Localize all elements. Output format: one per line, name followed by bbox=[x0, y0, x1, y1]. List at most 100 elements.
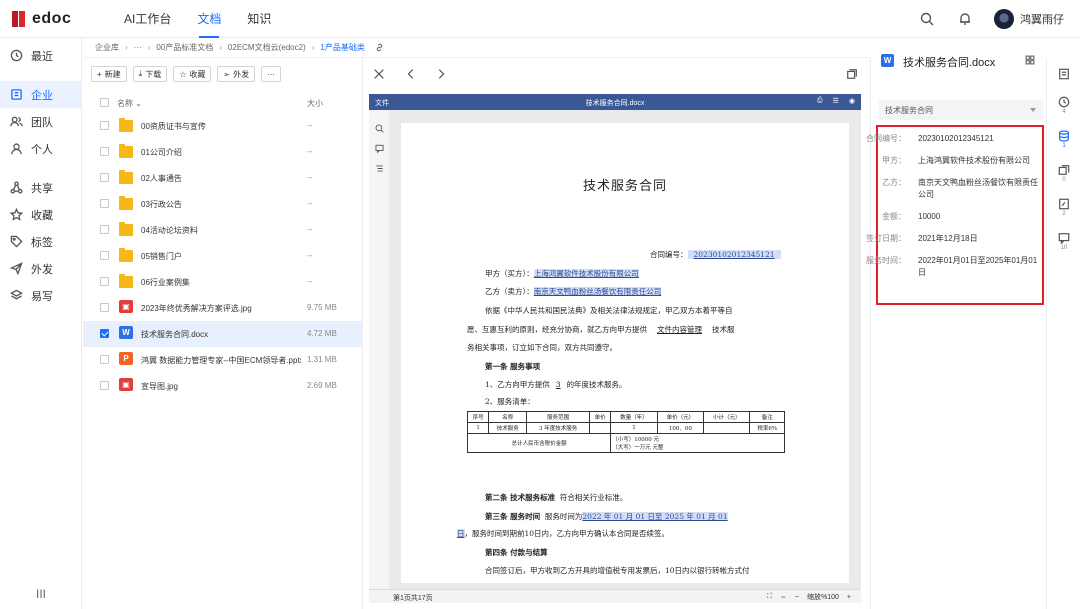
chevron-left-icon[interactable] bbox=[405, 68, 417, 80]
logo[interactable]: edoc bbox=[12, 10, 71, 28]
comment-icon[interactable] bbox=[375, 144, 384, 153]
fit-page-icon[interactable]: ⛶ bbox=[767, 593, 772, 601]
s3-text-c[interactable]: 日 bbox=[457, 529, 465, 538]
preview-pane: 文件 技术服务合同.docx ⎙ ☰ ◉ 技术服务合同 合同编号： 2023010… bbox=[363, 58, 870, 609]
row-checkbox[interactable] bbox=[100, 251, 109, 260]
list-item[interactable]: 06行业案例集 -- bbox=[83, 269, 363, 295]
list-item[interactable]: 04活动论坛资料 -- bbox=[83, 217, 363, 243]
chevron-right-icon[interactable] bbox=[435, 68, 447, 80]
outline-icon[interactable] bbox=[375, 164, 384, 173]
nav-knowledge[interactable]: 知识 bbox=[247, 0, 271, 38]
sidebar-item-personal[interactable]: 个人 bbox=[0, 135, 81, 162]
list-item[interactable]: W 技术服务合同.docx 4.72 MB bbox=[83, 321, 363, 347]
p2a: 愿、互惠互利的原则，经充分协商，就乙方向甲方提供 bbox=[467, 325, 647, 334]
sidebar-item-favorites[interactable]: 收藏 bbox=[0, 201, 81, 228]
row-checkbox[interactable] bbox=[100, 303, 109, 312]
list-item[interactable]: ▣ 宣导图.jpg 2.69 MB bbox=[83, 373, 363, 399]
meta-value[interactable]: 南京天文鸭血粉丝汤餐饮有限责任公司 bbox=[918, 177, 1040, 201]
column-name-header[interactable]: 名称 ⌄ bbox=[117, 98, 142, 109]
bell-icon[interactable] bbox=[956, 10, 974, 28]
sidebar-item-easywrite[interactable]: 易写 bbox=[0, 282, 81, 309]
rail-info[interactable] bbox=[1047, 68, 1080, 80]
row-checkbox[interactable] bbox=[100, 173, 109, 182]
meta-value[interactable]: 2021年12月18日 bbox=[918, 233, 1040, 245]
row-checkbox[interactable] bbox=[100, 381, 109, 390]
name-header-label: 名称 bbox=[117, 99, 133, 108]
select-all-checkbox[interactable] bbox=[100, 98, 109, 107]
meta-value[interactable]: 20230102012345121 bbox=[918, 133, 1040, 145]
building-icon bbox=[11, 89, 22, 100]
table-total-row: 总计人民币含税价金额 （小写）10000 元 （大写）一万元 元整 bbox=[466, 433, 785, 453]
search-icon[interactable] bbox=[918, 10, 936, 28]
zoom-level[interactable]: 缩放%100 bbox=[807, 592, 839, 602]
doc-section: 第三条 服务时间 服务时间为2022 年 01 月 01 日至 2025 年 0… bbox=[485, 511, 728, 522]
new-button[interactable]: + 新建 bbox=[91, 66, 127, 82]
row-checkbox[interactable] bbox=[100, 355, 109, 364]
close-icon[interactable] bbox=[373, 68, 385, 80]
list-item[interactable]: 03行政公告 -- bbox=[83, 191, 363, 217]
rail-attachments[interactable]: 2 bbox=[1047, 198, 1080, 217]
doc-paragraph: 愿、互惠互利的原则，经充分协商，就乙方向甲方提供 文件内容管理 技术服 bbox=[467, 324, 735, 335]
rail-history[interactable]: 4 bbox=[1047, 96, 1080, 115]
favorite-button[interactable]: ☆ 收藏 bbox=[173, 66, 212, 82]
table-header-row: 序号 名称 服务范围 单价 数量（年） 单价（元） 小计（元） 备注 bbox=[466, 411, 785, 423]
metadata-template-select[interactable]: 技术服务合同 bbox=[879, 100, 1043, 120]
list-item[interactable]: P 鸿翼 数据能力管理专家--中国ECM领导者.pptx 1.31 MB bbox=[83, 347, 363, 373]
rail-versions[interactable]: 0 bbox=[1047, 164, 1080, 183]
breadcrumb-item[interactable]: ··· bbox=[134, 43, 142, 52]
collapse-sidebar-button[interactable]: III bbox=[36, 587, 46, 601]
download-button[interactable]: ⤓ 下载 bbox=[132, 66, 168, 82]
rail-comments[interactable]: 10 bbox=[1047, 232, 1080, 251]
breadcrumb-current[interactable]: 1产品基础类 bbox=[320, 42, 364, 53]
menu-icon[interactable]: ☰ bbox=[833, 97, 839, 105]
sidebar-item-tags[interactable]: 标签 bbox=[0, 228, 81, 255]
file-name: 02人事通告 bbox=[141, 174, 182, 183]
sidebar-item-label: 易写 bbox=[31, 290, 53, 303]
list-item[interactable]: 00资质证书与宣传 -- bbox=[83, 113, 363, 139]
table-cell: 名称 bbox=[488, 411, 528, 423]
sidebar-item-enterprise[interactable]: 企业 bbox=[0, 81, 81, 108]
print-icon[interactable]: ⎙ bbox=[817, 97, 823, 105]
sidebar-item-shared[interactable]: 共享 bbox=[0, 174, 81, 201]
row-checkbox[interactable] bbox=[100, 277, 109, 286]
meta-value[interactable]: 上海鸿翼软件技术股份有限公司 bbox=[918, 155, 1040, 167]
zoom-in-button[interactable]: + bbox=[847, 594, 851, 601]
party-a-value[interactable]: 上海鸿翼软件技术股份有限公司 bbox=[533, 269, 639, 278]
column-size-header[interactable]: 大小 bbox=[307, 98, 323, 109]
row-checkbox[interactable] bbox=[100, 199, 109, 208]
breadcrumb-item[interactable]: 企业库 bbox=[95, 42, 119, 53]
fit-width-icon[interactable]: ⇔ bbox=[780, 594, 787, 601]
nav-ai-workbench[interactable]: AI工作台 bbox=[124, 0, 171, 38]
search-icon[interactable] bbox=[375, 124, 384, 133]
file-toolbar: + 新建 ⤓ 下载 ☆ 收藏 ➢ 外发 ··· bbox=[91, 66, 282, 82]
send-button[interactable]: ➢ 外发 bbox=[217, 66, 256, 82]
sidebar-item-recent[interactable]: 最近 bbox=[0, 42, 81, 69]
breadcrumb-item[interactable]: 02ECM文档云(edoc2) bbox=[228, 42, 306, 53]
grid-icon[interactable] bbox=[1025, 55, 1035, 65]
zoom-out-button[interactable]: − bbox=[795, 594, 799, 601]
contract-no-value[interactable]: 20230102012345121 bbox=[687, 250, 781, 259]
link-icon[interactable] bbox=[375, 43, 384, 52]
row-checkbox[interactable] bbox=[100, 147, 109, 156]
list-item[interactable]: 05销售门户 -- bbox=[83, 243, 363, 269]
s3-text-b[interactable]: 2022 年 01 月 01 日至 2025 年 01 月 01 bbox=[582, 512, 728, 521]
rail-metadata[interactable]: 1 bbox=[1047, 130, 1080, 149]
account-icon[interactable]: ◉ bbox=[849, 97, 855, 105]
list-item[interactable]: 02人事通告 -- bbox=[83, 165, 363, 191]
more-button[interactable]: ··· bbox=[261, 66, 282, 82]
sidebar-item-outbound[interactable]: 外发 bbox=[0, 255, 81, 282]
user-menu[interactable]: 鸿翼雨仔 bbox=[994, 9, 1064, 29]
list-item[interactable]: ▣ 2023年终优秀解决方案评选.jpg 9.75 MB bbox=[83, 295, 363, 321]
nav-documents[interactable]: 文档 bbox=[197, 0, 221, 38]
row-checkbox[interactable] bbox=[100, 329, 109, 338]
breadcrumb-item[interactable]: 00产品标准文档 bbox=[156, 42, 213, 53]
party-b-value[interactable]: 南京天文鸭血粉丝汤餐饮有限责任公司 bbox=[533, 287, 662, 296]
window-icon[interactable] bbox=[846, 68, 858, 80]
row-checkbox[interactable] bbox=[100, 121, 109, 130]
meta-value[interactable]: 2022年01月01日至2025年01月01日 bbox=[918, 255, 1040, 279]
meta-value[interactable]: 10000 bbox=[918, 211, 1040, 223]
doc-paragraph: 1、乙方向甲方提供 3 的年度技术服务。 bbox=[485, 379, 627, 390]
sidebar-item-team[interactable]: 团队 bbox=[0, 108, 81, 135]
row-checkbox[interactable] bbox=[100, 225, 109, 234]
list-item[interactable]: 01公司介绍 -- bbox=[83, 139, 363, 165]
